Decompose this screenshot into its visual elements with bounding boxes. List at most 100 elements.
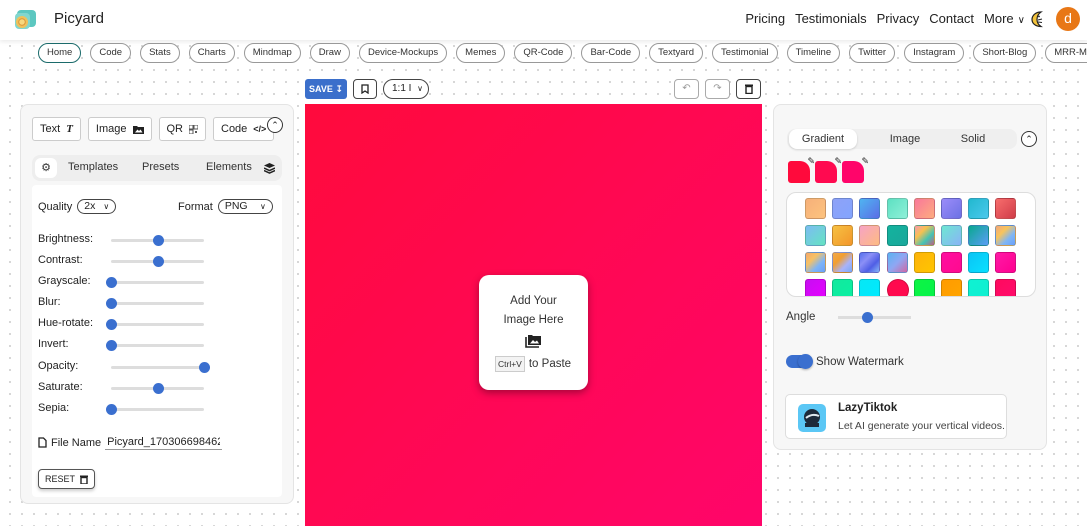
watermark-toggle[interactable] (786, 354, 813, 369)
pill-mindmap[interactable]: Mindmap (243, 43, 301, 63)
gradient-preset-swatch[interactable] (805, 198, 826, 219)
gradient-preset-swatch[interactable] (886, 252, 908, 273)
gradient-preset-swatch[interactable] (805, 225, 826, 246)
opacity-slider[interactable] (111, 362, 210, 373)
tab-solid[interactable]: Solid (939, 129, 1007, 149)
contrast-slider[interactable] (111, 256, 204, 267)
gradient-preset-swatch[interactable] (832, 252, 854, 273)
gradient-preset-swatch[interactable] (886, 279, 909, 296)
theme-toggle-icon[interactable] (1030, 10, 1046, 28)
gradient-presets-grid[interactable] (786, 192, 1036, 297)
redo-button[interactable]: ↷ (705, 79, 730, 99)
filename-input[interactable] (105, 435, 223, 450)
code-tool-button[interactable]: Code </> (213, 117, 275, 141)
text-tool-button[interactable]: Text T (32, 117, 81, 141)
gradient-color-3[interactable]: ✎ (842, 156, 869, 183)
angle-slider[interactable] (838, 312, 911, 323)
gradient-preset-swatch[interactable] (968, 225, 990, 246)
gradient-color-1[interactable]: ✎ (788, 156, 815, 183)
gradient-preset-swatch[interactable] (859, 225, 881, 246)
collapse-right-panel-button[interactable]: ⌃ (1021, 131, 1037, 147)
pill-timeline[interactable]: Timeline (786, 43, 841, 63)
grayscale-slider[interactable] (106, 277, 204, 288)
gradient-preset-swatch[interactable] (968, 252, 990, 273)
gradient-preset-swatch[interactable] (913, 198, 935, 219)
gradient-preset-swatch[interactable] (995, 225, 1017, 246)
save-button[interactable]: SAVE ↧ (305, 79, 347, 99)
gradient-preset-swatch[interactable] (941, 279, 962, 296)
gradient-preset-swatch[interactable] (805, 252, 826, 273)
hue-rotate-slider[interactable] (106, 319, 204, 330)
pill-qr-code[interactable]: QR-Code (514, 43, 573, 63)
pill-textyard[interactable]: Textyard (649, 43, 704, 63)
slider-thumb[interactable] (106, 277, 117, 288)
gradient-preset-swatch[interactable] (859, 198, 881, 219)
clear-canvas-button[interactable] (736, 79, 761, 99)
gradient-preset-swatch[interactable] (913, 225, 935, 246)
pill-short-blog[interactable]: Short-Blog (973, 43, 1037, 63)
gradient-preset-swatch[interactable] (995, 279, 1017, 296)
gradient-preset-swatch[interactable] (913, 252, 935, 273)
tab-presets[interactable]: Presets (142, 161, 179, 173)
pill-bar-code[interactable]: Bar-Code (581, 43, 641, 63)
pill-testimonial[interactable]: Testimonial (712, 43, 778, 63)
lazytiktok-promo-card[interactable]: LazyTiktok Let AI generate your vertical… (785, 394, 1007, 439)
qr-tool-button[interactable]: QR (158, 117, 206, 141)
pill-twitter[interactable]: Twitter (849, 43, 896, 63)
pill-memes[interactable]: Memes (456, 43, 506, 63)
user-avatar[interactable]: d (1056, 7, 1080, 31)
pill-instagram[interactable]: Instagram (904, 43, 965, 63)
image-tool-button[interactable]: Image (87, 117, 152, 141)
gradient-preset-swatch[interactable] (859, 279, 881, 296)
blur-slider[interactable] (106, 298, 204, 309)
tab-templates[interactable]: Templates (68, 161, 118, 173)
gradient-preset-swatch[interactable] (941, 252, 962, 273)
slider-thumb[interactable] (152, 235, 164, 246)
invert-slider[interactable] (106, 340, 204, 351)
pill-stats[interactable]: Stats (140, 43, 180, 63)
pill-mrr-meter[interactable]: MRR-Meter (1045, 43, 1087, 63)
gradient-preset-swatch[interactable] (995, 252, 1017, 273)
nav-more[interactable]: More ∨ (984, 11, 1025, 26)
pill-draw[interactable]: Draw (309, 43, 350, 63)
nav-contact[interactable]: Contact (929, 11, 974, 26)
gradient-preset-swatch[interactable] (886, 198, 908, 219)
slider-thumb[interactable] (152, 256, 164, 267)
saturate-slider[interactable] (111, 383, 204, 394)
gradient-preset-swatch[interactable] (941, 225, 962, 246)
nav-privacy[interactable]: Privacy (877, 11, 920, 26)
gradient-color-2[interactable]: ✎ (815, 156, 842, 183)
undo-button[interactable]: ↶ (674, 79, 699, 99)
brand-name[interactable]: Picyard (54, 10, 104, 27)
gradient-preset-swatch[interactable] (832, 198, 854, 219)
settings-tab[interactable]: ⚙ (35, 158, 57, 178)
gradient-preset-swatch[interactable] (995, 198, 1017, 219)
pill-code[interactable]: Code (90, 43, 132, 63)
gradient-preset-swatch[interactable] (832, 225, 854, 246)
slider-thumb[interactable] (106, 319, 117, 330)
quality-select[interactable]: 2x ∨ (77, 199, 117, 214)
collapse-left-panel-button[interactable]: ⌃ (267, 117, 283, 133)
tab-image[interactable]: Image (871, 129, 939, 149)
sepia-slider[interactable] (106, 404, 204, 415)
gradient-preset-swatch[interactable] (941, 198, 962, 219)
reset-button[interactable]: RESET (38, 469, 96, 489)
tab-gradient[interactable]: Gradient (789, 129, 857, 149)
pill-home[interactable]: Home (38, 43, 82, 63)
gradient-preset-swatch[interactable] (968, 279, 990, 296)
format-select[interactable]: PNG ∨ (217, 199, 273, 214)
gradient-preset-swatch[interactable] (859, 252, 881, 273)
aspect-ratio-select[interactable]: 1:1 I ∨ (383, 79, 429, 99)
gradient-preset-swatch[interactable] (968, 198, 990, 219)
slider-thumb[interactable] (862, 312, 874, 323)
pill-charts[interactable]: Charts (188, 43, 235, 63)
gradient-preset-swatch[interactable] (913, 279, 935, 296)
image-drop-zone[interactable]: Add Your Image Here Ctrl+V to Paste (479, 275, 588, 390)
nav-testimonials[interactable]: Testimonials (795, 11, 867, 26)
gradient-preset-swatch[interactable] (886, 225, 908, 246)
image-canvas[interactable]: Add Your Image Here Ctrl+V to Paste (305, 104, 762, 526)
brightness-slider[interactable] (111, 235, 204, 246)
pill-device-mockups[interactable]: Device-Mockups (358, 43, 448, 63)
eyedropper-icon[interactable]: ✎ (807, 156, 815, 167)
slider-thumb[interactable] (106, 404, 117, 415)
